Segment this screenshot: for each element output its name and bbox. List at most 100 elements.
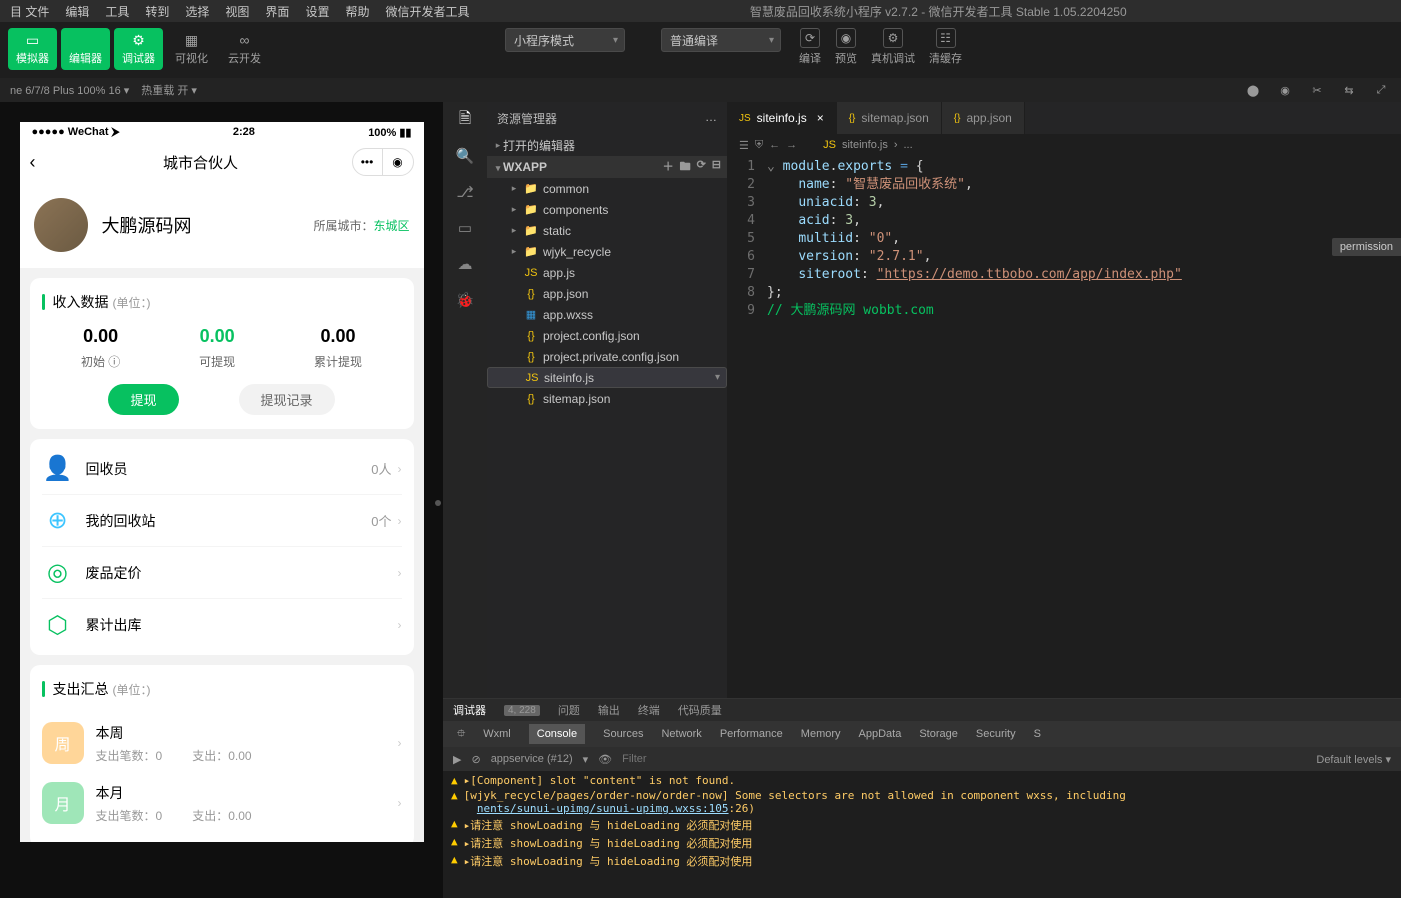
- tab-app.json[interactable]: {}app.json: [942, 102, 1025, 134]
- box-icon[interactable]: ▭: [443, 210, 487, 246]
- file-app.wxss[interactable]: ▦app.wxss: [487, 304, 727, 325]
- stat-item: 0.00初始 ⓘ: [81, 326, 120, 370]
- file-static[interactable]: ▸📁static: [487, 220, 727, 241]
- file-app.json[interactable]: {}app.json: [487, 283, 727, 304]
- cloud-icon[interactable]: ☁: [443, 246, 487, 282]
- file-project.config.json[interactable]: {}project.config.json: [487, 325, 727, 346]
- payout-本周[interactable]: 周本周支出笔数：0支出：0.00›: [42, 713, 402, 773]
- devtools-tabs: ⯐ Wxml Console Sources Network Performan…: [443, 721, 1401, 747]
- menu-tools[interactable]: 工具: [99, 1, 135, 22]
- inspector-icon[interactable]: ⯐: [457, 725, 465, 744]
- file-app.js[interactable]: JSapp.js: [487, 262, 727, 283]
- device-select[interactable]: ne 6/7/8 Plus 100% 16 ▾: [10, 84, 129, 97]
- entry-累计出库[interactable]: ⬡累计出库›: [42, 599, 402, 651]
- permission-flag[interactable]: permission: [1332, 238, 1401, 256]
- tab-storage[interactable]: Storage: [919, 728, 958, 740]
- scissors-icon[interactable]: ✂: [1307, 80, 1327, 100]
- tab-network[interactable]: Network: [661, 728, 701, 740]
- payout-本月[interactable]: 月本月支出笔数：0支出：0.00›: [42, 773, 402, 833]
- entry-回收员[interactable]: 👤回收员0人›: [42, 443, 402, 495]
- entry-我的回收站[interactable]: ⊕我的回收站0个›: [42, 495, 402, 547]
- filter-input[interactable]: [622, 753, 1306, 765]
- rec-icon[interactable]: ⬤: [1243, 80, 1263, 100]
- play-icon[interactable]: ▶: [453, 753, 461, 766]
- entry-废品定价[interactable]: ◎废品定价›: [42, 547, 402, 599]
- project-root[interactable]: ▾WXAPP ＋ 🖿 ⟳ ⊟: [487, 156, 727, 178]
- tab-memory[interactable]: Memory: [801, 728, 841, 740]
- nav-list-icon[interactable]: ☰: [739, 139, 749, 152]
- tab-sitemap.json[interactable]: {}sitemap.json: [837, 102, 942, 134]
- close-tab-icon[interactable]: ×: [817, 111, 824, 125]
- compile-select[interactable]: 普通编译: [661, 28, 781, 52]
- code-content[interactable]: ⌄ module.exports = { name: "智慧废品回收系统", u…: [767, 158, 1182, 698]
- action-预览[interactable]: ◉预览: [835, 28, 857, 66]
- tab-performance[interactable]: Performance: [720, 728, 783, 740]
- bookmark-icon[interactable]: ⛨: [755, 139, 763, 152]
- menu-ui[interactable]: 界面: [259, 1, 295, 22]
- tab-wxml[interactable]: Wxml: [483, 728, 511, 740]
- hotreload-select[interactable]: 热重载 开 ▾: [141, 82, 197, 98]
- menu-edit[interactable]: 编辑: [59, 1, 95, 22]
- tab-siteinfo.js[interactable]: JSsiteinfo.js×: [727, 102, 837, 134]
- menu-dots-icon[interactable]: •••: [353, 149, 383, 175]
- action-编译[interactable]: ⟳编译: [799, 28, 821, 66]
- menu-help[interactable]: 帮助: [339, 1, 375, 22]
- menu-view[interactable]: 视图: [219, 1, 255, 22]
- tool-云开发[interactable]: ∞云开发: [220, 28, 269, 70]
- menu-goto[interactable]: 转到: [139, 1, 175, 22]
- block-icon[interactable]: ⊘: [471, 753, 480, 766]
- new-file-icon[interactable]: ＋: [663, 158, 674, 177]
- tab-issues[interactable]: 问题: [558, 702, 580, 718]
- branch-icon[interactable]: ⎇: [443, 174, 487, 210]
- levels-select[interactable]: Default levels ▾: [1316, 753, 1391, 766]
- open-editors-header[interactable]: ▸打开的编辑器: [487, 135, 727, 156]
- file-sitemap.json[interactable]: {}sitemap.json: [487, 388, 727, 409]
- breadcrumb-file[interactable]: siteinfo.js: [842, 139, 888, 151]
- rec2-icon[interactable]: ◉: [1275, 80, 1295, 100]
- refresh-icon[interactable]: ⟳: [697, 158, 706, 177]
- tool-编辑器[interactable]: 编辑器: [61, 28, 110, 70]
- close-circle-icon[interactable]: ◉: [383, 149, 413, 175]
- menu-settings[interactable]: 设置: [299, 1, 335, 22]
- tool-模拟器[interactable]: ▭模拟器: [8, 28, 57, 70]
- file-common[interactable]: ▸📁common: [487, 178, 727, 199]
- arrow-right-icon[interactable]: →: [786, 139, 797, 151]
- arrows-icon[interactable]: ⇆: [1339, 80, 1359, 100]
- back-icon[interactable]: ‹: [30, 152, 50, 173]
- more-icon[interactable]: …: [705, 110, 717, 127]
- collapse-icon[interactable]: ⊟: [712, 158, 721, 177]
- eye-icon[interactable]: 👁: [598, 753, 612, 766]
- tab-terminal[interactable]: 终端: [638, 702, 660, 718]
- tab-console[interactable]: Console: [529, 724, 585, 744]
- expand-icon[interactable]: ⤢: [1371, 80, 1391, 100]
- new-folder-icon[interactable]: 🖿: [680, 158, 691, 177]
- arrow-left-icon[interactable]: ←: [769, 139, 780, 151]
- tab-appdata[interactable]: AppData: [859, 728, 902, 740]
- tab-quality[interactable]: 代码质量: [678, 702, 722, 718]
- action-真机调试[interactable]: ⚙真机调试: [871, 28, 915, 66]
- tab-more[interactable]: S: [1034, 728, 1041, 740]
- explorer-icon[interactable]: 🗎: [443, 102, 487, 138]
- file-wjyk_recycle[interactable]: ▸📁wjyk_recycle: [487, 241, 727, 262]
- menu-select[interactable]: 选择: [179, 1, 215, 22]
- tab-debugger[interactable]: 调试器: [453, 702, 486, 718]
- tool-调试器[interactable]: ⚙调试器: [114, 28, 163, 70]
- action-清缓存[interactable]: ☷清缓存: [929, 28, 962, 66]
- console-controls: ▶ ⊘ appservice (#12)▾ 👁 Default levels ▾: [443, 747, 1401, 771]
- tool-可视化[interactable]: ▦可视化: [167, 28, 216, 70]
- tab-security[interactable]: Security: [976, 728, 1016, 740]
- breadcrumb-symbol[interactable]: ...: [904, 139, 913, 151]
- withdraw-record-button[interactable]: 提现记录: [239, 384, 335, 415]
- mode-select[interactable]: 小程序模式: [505, 28, 625, 52]
- withdraw-button[interactable]: 提现: [108, 384, 178, 415]
- menu-devtools[interactable]: 微信开发者工具: [379, 1, 475, 22]
- file-project.private.config.json[interactable]: {}project.private.config.json: [487, 346, 727, 367]
- file-siteinfo.js[interactable]: JSsiteinfo.js: [487, 367, 727, 388]
- menu-file[interactable]: 目 文件: [4, 1, 55, 22]
- search-icon[interactable]: 🔍: [443, 138, 487, 174]
- context-select[interactable]: appservice (#12): [491, 753, 573, 765]
- tab-output[interactable]: 输出: [598, 702, 620, 718]
- tab-sources[interactable]: Sources: [603, 728, 643, 740]
- file-components[interactable]: ▸📁components: [487, 199, 727, 220]
- bug-icon[interactable]: 🐞: [443, 282, 487, 318]
